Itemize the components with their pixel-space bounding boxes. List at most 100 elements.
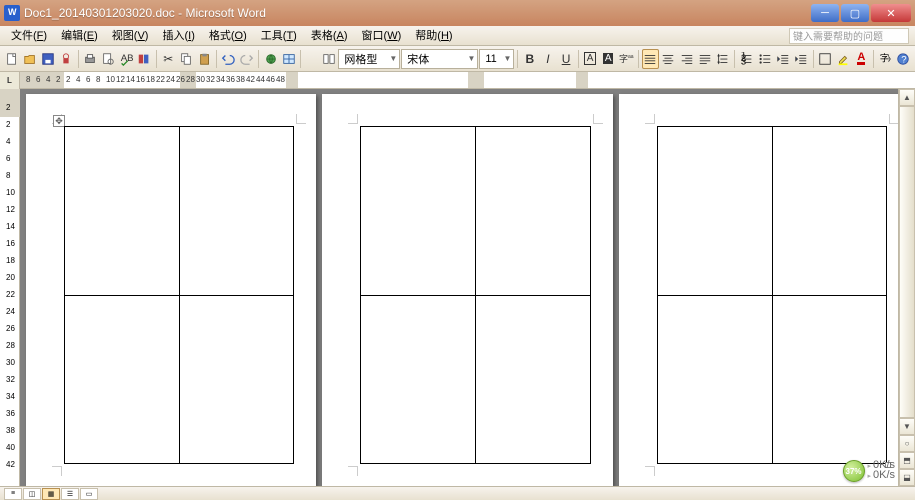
ruler-v-num: 2 — [6, 103, 10, 112]
number-list-button[interactable]: 123 — [738, 49, 755, 69]
read-mode-button[interactable] — [320, 49, 337, 69]
align-right-button[interactable] — [678, 49, 695, 69]
highlight-button[interactable] — [835, 49, 852, 69]
spell-button[interactable]: ABC — [118, 49, 135, 69]
vertical-scrollbar[interactable]: ▲ ▼ ○ ⬒ ⬓ — [898, 89, 915, 486]
view-print-button[interactable]: ▦ — [42, 488, 60, 500]
table[interactable] — [360, 126, 590, 464]
ruler-v-num: 36 — [6, 409, 15, 418]
italic-button[interactable]: I — [539, 49, 556, 69]
outdent-button[interactable] — [774, 49, 791, 69]
ruler-h-num: 14 — [126, 75, 135, 84]
align-justify-button[interactable] — [642, 49, 659, 69]
cut-button[interactable]: ✂ — [160, 49, 177, 69]
number-list-icon: 123 — [740, 52, 754, 66]
permission-button[interactable] — [57, 49, 74, 69]
line-spacing-button[interactable] — [714, 49, 731, 69]
menu-file[interactable]: 文件(F) — [4, 27, 54, 45]
line-spacing-icon — [716, 52, 730, 66]
ruler-h-num: 8 — [26, 75, 30, 84]
page-1[interactable]: ✥ — [26, 94, 316, 486]
menu-format[interactable]: 格式(O) — [202, 27, 254, 45]
menu-insert[interactable]: 插入(I) — [155, 27, 201, 45]
phonetic-button[interactable]: 字aa — [618, 49, 635, 69]
font-combo[interactable]: 宋体 ▼ — [401, 49, 478, 69]
print-button[interactable] — [81, 49, 98, 69]
undo-button[interactable] — [220, 49, 237, 69]
view-normal-button[interactable]: ≡ — [4, 488, 22, 500]
align-center-button[interactable] — [660, 49, 677, 69]
scroll-thumb[interactable] — [899, 106, 915, 418]
new-doc-button[interactable] — [3, 49, 20, 69]
open-button[interactable] — [21, 49, 38, 69]
borders-button[interactable] — [817, 49, 834, 69]
horizontal-ruler[interactable]: L 86422468101214161822242628303234363842… — [0, 72, 915, 89]
page-3[interactable] — [619, 94, 909, 486]
prev-page-button[interactable]: ⬒ — [899, 452, 915, 469]
ruler-v-num: 26 — [6, 324, 15, 333]
chevron-down-icon: ▼ — [499, 54, 511, 63]
toolbar-help-button[interactable]: ? — [895, 49, 912, 69]
align-center-icon — [661, 52, 675, 66]
menu-tools[interactable]: 工具(T) — [254, 27, 304, 45]
view-read-button[interactable]: ▭ — [80, 488, 98, 500]
redo-button[interactable] — [238, 49, 255, 69]
font-color-button[interactable]: A — [853, 49, 870, 69]
research-button[interactable] — [136, 49, 153, 69]
scroll-down-button[interactable]: ▼ — [899, 418, 915, 435]
menu-window[interactable]: 窗口(W) — [355, 27, 409, 45]
tables-borders-button[interactable] — [280, 49, 297, 69]
maximize-button[interactable]: ▢ — [841, 4, 869, 22]
ruler-v-num: 24 — [6, 307, 15, 316]
char-scale-icon: 字 — [878, 52, 892, 66]
svg-text:?: ? — [902, 54, 907, 65]
align-distribute-button[interactable] — [696, 49, 713, 69]
menu-edit[interactable]: 编辑(E) — [54, 27, 105, 45]
minimize-button[interactable]: ─ — [811, 4, 839, 22]
indent-button[interactable] — [793, 49, 810, 69]
table[interactable] — [657, 126, 887, 464]
status-percent: 37% — [843, 460, 865, 482]
page-2[interactable] — [322, 94, 612, 486]
permission-icon — [59, 52, 73, 66]
ruler-v-num: 40 — [6, 443, 15, 452]
network-status-badge[interactable]: 37% 0K/s 0K/s — [843, 460, 895, 482]
ruler-v-num: 32 — [6, 375, 15, 384]
next-page-button[interactable]: ⬓ — [899, 469, 915, 486]
help-search-input[interactable]: 键入需要帮助的问题 — [789, 28, 909, 44]
view-web-button[interactable]: ◫ — [23, 488, 41, 500]
preview-button[interactable] — [99, 49, 116, 69]
view-outline-button[interactable]: ☰ — [61, 488, 79, 500]
scroll-up-button[interactable]: ▲ — [899, 89, 915, 106]
bullet-list-button[interactable] — [756, 49, 773, 69]
menu-view[interactable]: 视图(V) — [105, 27, 156, 45]
bold-button[interactable]: B — [521, 49, 538, 69]
close-button[interactable]: ✕ — [871, 4, 911, 22]
char-border-button[interactable]: A — [581, 49, 598, 69]
underline-button[interactable]: U — [558, 49, 575, 69]
copy-button[interactable] — [178, 49, 195, 69]
titlebar: Doc1_20140301203020.doc - Microsoft Word… — [0, 0, 915, 26]
table[interactable] — [64, 126, 294, 464]
menu-table[interactable]: 表格(A) — [304, 27, 355, 45]
save-button[interactable] — [39, 49, 56, 69]
vertical-ruler[interactable]: 224681012141618202224262830323436384042 — [0, 89, 20, 486]
ruler-h-num: 10 — [106, 75, 115, 84]
hyperlink-button[interactable] — [262, 49, 279, 69]
new-doc-icon — [5, 52, 19, 66]
style-combo[interactable]: 网格型 ▼ — [338, 49, 400, 69]
ruler-v-num: 22 — [6, 290, 15, 299]
browse-object-button[interactable]: ○ — [899, 435, 915, 452]
ruler-h-num: 4 — [76, 75, 80, 84]
paste-button[interactable] — [196, 49, 213, 69]
rate-down: 0K/s — [868, 471, 895, 481]
menu-help[interactable]: 帮助(H) — [408, 27, 459, 45]
ruler-v-num: 18 — [6, 256, 15, 265]
ruler-v-num: 20 — [6, 273, 15, 282]
char-scale-button[interactable]: 字 — [877, 49, 894, 69]
document-area[interactable]: ✥ — [20, 89, 915, 486]
ruler-h-num: 42 — [246, 75, 255, 84]
size-combo[interactable]: 11 ▼ — [479, 49, 514, 69]
char-shading-button[interactable]: A — [600, 49, 617, 69]
copy-icon — [179, 52, 193, 66]
